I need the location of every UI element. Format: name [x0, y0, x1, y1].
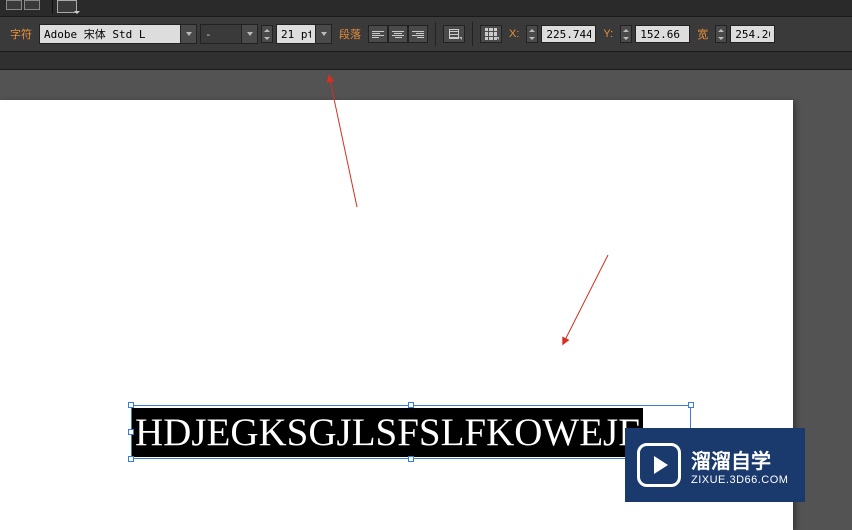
width-spinner[interactable]	[715, 25, 727, 43]
font-size-arrow[interactable]	[315, 25, 331, 43]
paragraph-label: 段落	[335, 26, 365, 42]
font-size-spinner[interactable]	[261, 25, 273, 43]
y-spinner[interactable]	[620, 25, 632, 43]
align-right-button[interactable]	[408, 25, 428, 43]
align-button-group	[368, 25, 428, 43]
layout-icon-2[interactable]	[24, 0, 40, 10]
font-style-input[interactable]	[201, 25, 241, 43]
layout-icon-1[interactable]	[6, 0, 22, 10]
font-size-up[interactable]	[262, 26, 272, 34]
handle-top-right[interactable]	[688, 402, 694, 408]
page-layout-dropdown[interactable]	[57, 0, 77, 13]
x-label: X:	[505, 28, 523, 40]
font-family-input[interactable]	[40, 25, 180, 43]
align-center-button[interactable]	[388, 25, 408, 43]
font-style-arrow[interactable]	[241, 25, 257, 43]
handle-bot-mid[interactable]	[408, 456, 414, 462]
handle-mid-left[interactable]	[128, 429, 134, 435]
annotation-arrow-2	[555, 250, 615, 350]
character-toolbar: 字符 段落	[0, 16, 852, 52]
play-icon	[637, 443, 681, 487]
y-label: Y:	[599, 28, 617, 40]
reference-point-button[interactable]	[480, 25, 502, 43]
align-left-button[interactable]	[368, 25, 388, 43]
selected-text-content[interactable]: HDJEGKSGJLSFSLFKOWEJF	[132, 408, 643, 457]
watermark-url: ZIXUE.3D66.COM	[691, 474, 788, 486]
character-label: 字符	[6, 26, 36, 42]
font-family-arrow[interactable]	[180, 25, 196, 43]
font-family-dropdown[interactable]	[39, 24, 197, 44]
y-coord-input[interactable]	[635, 25, 690, 43]
watermark: 溜溜自学 ZIXUE.3D66.COM	[625, 428, 805, 502]
handle-bot-left[interactable]	[128, 456, 134, 462]
font-style-dropdown[interactable]	[200, 24, 258, 44]
sub-toolbar	[0, 52, 852, 70]
width-label: 宽	[693, 26, 712, 42]
font-size-down[interactable]	[262, 34, 272, 42]
top-menu-bar	[0, 0, 852, 16]
x-spinner[interactable]	[526, 25, 538, 43]
x-coord-input[interactable]	[541, 25, 596, 43]
text-frame[interactable]: HDJEGKSGJLSFSLFKOWEJF	[131, 405, 691, 459]
handle-top-mid[interactable]	[408, 402, 414, 408]
list-style-button[interactable]	[443, 25, 465, 43]
font-size-dropdown[interactable]	[276, 24, 332, 44]
watermark-title: 溜溜自学	[691, 445, 788, 474]
width-input[interactable]	[730, 25, 775, 43]
font-size-input[interactable]	[277, 25, 315, 43]
grid-icon	[485, 28, 497, 40]
annotation-arrow-1	[322, 72, 372, 212]
handle-top-left[interactable]	[128, 402, 134, 408]
